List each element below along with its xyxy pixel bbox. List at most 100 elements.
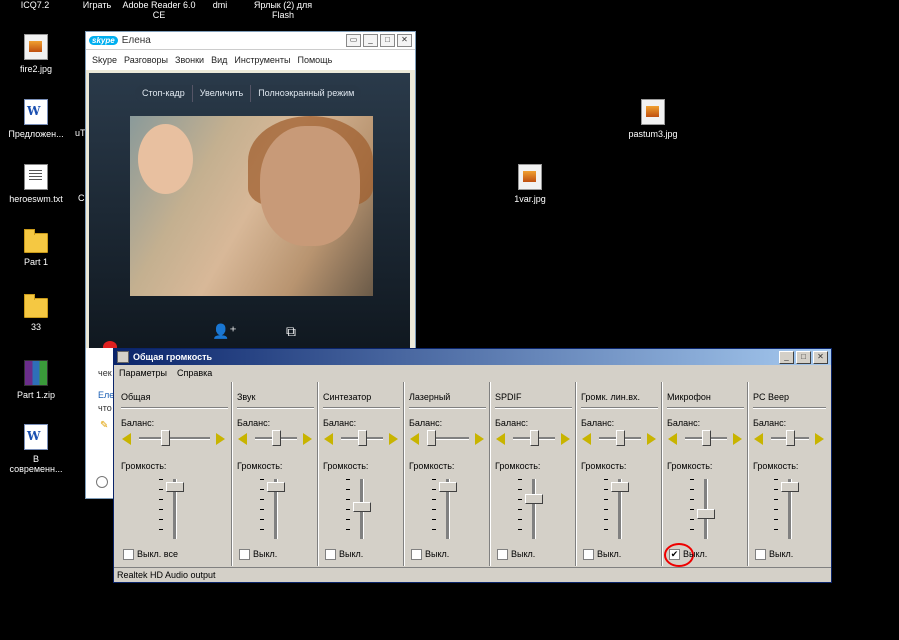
mute-checkbox[interactable]: [123, 549, 134, 560]
minimize-icon[interactable]: _: [363, 34, 378, 47]
balance-label: Баланс:: [237, 418, 271, 428]
volume-slider[interactable]: [353, 501, 371, 512]
desktop-icon-part1-folder[interactable]: Part 1: [0, 229, 72, 267]
speaker-right-icon: [815, 433, 824, 445]
desktop-icon-label: Part 1: [23, 257, 48, 267]
mute-label: Выкл.: [511, 549, 536, 559]
volume-control-window[interactable]: Общая громкость _ □ ✕ Параметры Справка …: [113, 348, 832, 583]
pencil-icon[interactable]: ✎: [100, 420, 108, 431]
balance-slider[interactable]: [615, 430, 625, 446]
mute-checkbox[interactable]: [583, 549, 594, 560]
balance-slider[interactable]: [427, 430, 436, 446]
balance-slider[interactable]: [529, 430, 539, 446]
text-file-icon: [24, 164, 48, 190]
minimize-icon[interactable]: _: [779, 350, 794, 364]
mute-checkbox[interactable]: [239, 549, 250, 560]
channel-name: Звук: [237, 392, 256, 402]
skype-title-bar[interactable]: skype Елена ▭ _ □ ✕: [86, 32, 415, 50]
desktop-icon-33-folder[interactable]: 33: [0, 294, 72, 332]
image-file-icon: [24, 34, 48, 60]
maximize-icon[interactable]: □: [380, 34, 395, 47]
mixer-menu-bar: Параметры Справка: [114, 365, 831, 380]
volume-slider[interactable]: [697, 509, 715, 519]
speaker-right-icon: [647, 433, 656, 445]
switch-view-icon[interactable]: ⧉: [286, 323, 296, 340]
volume-slider[interactable]: [525, 494, 543, 504]
balance-slider[interactable]: [271, 430, 281, 446]
mute-label: Выкл. все: [137, 549, 178, 559]
desktop-icon-label: В современн...: [9, 454, 63, 474]
volume-label: Громкость:: [121, 461, 167, 471]
mixer-channel-0: Общая Баланс: Громкость: Выкл. все: [117, 382, 232, 566]
desktop-icon-proposal-doc[interactable]: Предложен...: [0, 99, 72, 139]
close-icon[interactable]: ✕: [813, 350, 828, 364]
speaker-right-icon: [303, 433, 312, 445]
volume-ticks: [604, 479, 608, 539]
menu-options[interactable]: Параметры: [119, 368, 167, 378]
add-person-icon[interactable]: 👤⁺: [212, 323, 237, 340]
desktop-icon-1var[interactable]: 1var.jpg: [494, 164, 566, 204]
desktop-icon-pastum3[interactable]: pastum3.jpg: [617, 99, 689, 139]
volume-label: Громкость:: [237, 461, 283, 471]
mute-label: Выкл.: [683, 549, 708, 559]
balance-slider[interactable]: [701, 430, 711, 446]
volume-slider[interactable]: [611, 481, 629, 492]
balance-track[interactable]: [139, 437, 210, 440]
channel-separator: [121, 407, 228, 409]
maximize-icon[interactable]: □: [796, 350, 811, 364]
snapshot-button[interactable]: Стоп-кадр: [135, 85, 193, 102]
balance-label: Баланс:: [667, 418, 701, 428]
volume-ticks: [690, 479, 694, 539]
volume-label: Громкость:: [323, 461, 369, 471]
restore-down-icon[interactable]: ▭: [346, 34, 361, 47]
mute-checkbox[interactable]: [755, 549, 766, 560]
mute-checkbox[interactable]: [497, 549, 508, 560]
balance-label: Баланс:: [753, 418, 787, 428]
volume-track[interactable]: [532, 479, 536, 539]
desktop-icon-modern-doc[interactable]: В современн...: [0, 424, 72, 474]
status-bar: Realtek HD Audio output: [114, 567, 831, 582]
menu-calls[interactable]: Звонки: [175, 55, 204, 65]
desktop-icon-label: Предложен...: [8, 129, 64, 139]
menu-view[interactable]: Вид: [211, 55, 227, 65]
desktop-label-flash-shortcut[interactable]: Ярлык (2) для Flash: [243, 0, 323, 20]
volume-slider[interactable]: [439, 481, 457, 492]
volume-slider[interactable]: [166, 481, 184, 492]
balance-slider[interactable]: [160, 430, 170, 446]
desktop-icon-label: 33: [30, 322, 41, 332]
speaker-left-icon: [668, 433, 677, 445]
fullscreen-button[interactable]: Полноэкранный режим: [251, 85, 361, 102]
zoom-button[interactable]: Увеличить: [193, 85, 252, 102]
speaker-left-icon: [754, 433, 763, 445]
mute-checkbox[interactable]: ✔: [664, 543, 694, 567]
menu-help[interactable]: Справка: [177, 368, 212, 378]
image-file-icon: [641, 99, 665, 125]
desktop-icon-part1-zip[interactable]: Part 1.zip: [0, 360, 72, 400]
chat-partial-text: что: [98, 403, 112, 413]
mixer-title-bar[interactable]: Общая громкость _ □ ✕: [114, 349, 831, 365]
balance-slider[interactable]: [785, 430, 795, 446]
balance-slider[interactable]: [357, 430, 367, 446]
menu-tools[interactable]: Инструменты: [234, 55, 290, 65]
menu-skype[interactable]: Skype: [92, 55, 117, 65]
mute-label: Выкл.: [769, 549, 794, 559]
menu-help[interactable]: Помощь: [298, 55, 333, 65]
mute-checkbox[interactable]: [411, 549, 422, 560]
skype-logo: skype: [89, 36, 118, 45]
volume-slider[interactable]: [267, 481, 285, 492]
volume-label: Громкость:: [667, 461, 713, 471]
close-icon[interactable]: ✕: [397, 34, 412, 47]
balance-label: Баланс:: [323, 418, 357, 428]
volume-ticks: [774, 479, 778, 539]
emoticon-icon[interactable]: [96, 476, 108, 488]
skype-menu-bar: Skype Разговоры Звонки Вид Инструменты П…: [86, 50, 415, 70]
volume-label: Громкость:: [753, 461, 799, 471]
chat-partial-text: чек: [98, 368, 112, 378]
desktop-icon-heroeswm[interactable]: heroeswm.txt: [0, 164, 72, 204]
balance-label: Баланс:: [409, 418, 443, 428]
mute-checkbox[interactable]: [325, 549, 336, 560]
desktop-icon-fire2[interactable]: fire2.jpg: [0, 34, 72, 74]
volume-slider[interactable]: [781, 481, 799, 492]
channel-separator: [323, 407, 400, 409]
menu-conversations[interactable]: Разговоры: [124, 55, 168, 65]
